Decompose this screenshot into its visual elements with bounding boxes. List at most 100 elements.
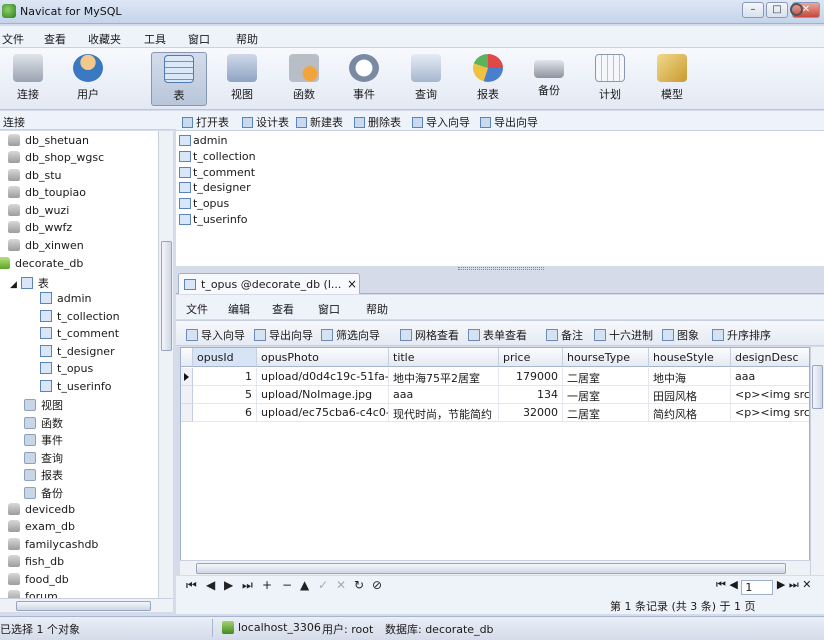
confirm-icon[interactable]: ✓ bbox=[318, 578, 328, 592]
image-button[interactable]: 图象 bbox=[662, 327, 699, 343]
add-record-icon[interactable]: + bbox=[262, 578, 272, 592]
prev-record-icon[interactable]: ◀ bbox=[206, 578, 215, 592]
grid-horizontal-scrollbar[interactable] bbox=[180, 560, 810, 575]
cell-title[interactable]: aaa bbox=[389, 386, 499, 404]
design-table-button[interactable]: 设计表 bbox=[242, 114, 289, 130]
tool-function[interactable]: 函数 bbox=[276, 52, 332, 106]
cell-hoursetype[interactable]: 一居室 bbox=[563, 386, 649, 404]
cell-housestyle[interactable]: 地中海 bbox=[649, 368, 731, 386]
tree-db-devicedb[interactable]: devicedb bbox=[8, 503, 75, 520]
tree-events-node[interactable]: 事件 bbox=[24, 432, 63, 449]
object-t-collection[interactable]: t_collection bbox=[179, 150, 256, 163]
cell-opusphoto[interactable]: upload/d0d4c19c-51fa-4 bbox=[257, 368, 389, 386]
column-header-designdesc[interactable]: designDesc bbox=[731, 348, 809, 367]
apply-edit-icon[interactable]: ▲ bbox=[300, 578, 309, 592]
cell-opusphoto[interactable]: upload/ec75cba6-c4c0-4 bbox=[257, 404, 389, 422]
maximize-button[interactable]: □ bbox=[766, 2, 788, 18]
memo-button[interactable]: 备注 bbox=[546, 327, 583, 343]
cell-designdesc[interactable]: <p><img src=' bbox=[731, 386, 809, 404]
column-header-hoursetype[interactable]: hourseType bbox=[563, 348, 649, 367]
import-wizard-button[interactable]: 导入向导 bbox=[412, 114, 470, 130]
minimize-button[interactable]: – bbox=[742, 2, 764, 18]
menu-help[interactable]: 帮助 bbox=[236, 31, 258, 47]
grid-menu-file[interactable]: 文件 bbox=[186, 301, 208, 317]
tool-event[interactable]: 事件 bbox=[336, 52, 392, 106]
tree-reports-node[interactable]: 报表 bbox=[24, 467, 63, 484]
grid-vertical-scrollbar[interactable] bbox=[810, 347, 824, 575]
tree-db-stu[interactable]: db_stu bbox=[8, 169, 61, 186]
row-indicator[interactable] bbox=[181, 368, 193, 386]
splitter-grip[interactable] bbox=[458, 267, 544, 270]
column-header-title[interactable]: title bbox=[389, 348, 499, 367]
tree-db-fish[interactable]: fish_db bbox=[8, 555, 64, 572]
tree-table-opus[interactable]: t_opus bbox=[40, 362, 93, 379]
delete-table-button[interactable]: 删除表 bbox=[354, 114, 401, 130]
tree-table-comment[interactable]: t_comment bbox=[40, 327, 119, 344]
tree-functions-node[interactable]: 函数 bbox=[24, 415, 63, 432]
last-record-icon[interactable]: ⏭ bbox=[242, 578, 253, 593]
page-settings-icon[interactable]: ✕ bbox=[802, 578, 811, 591]
cell-designdesc[interactable]: aaa bbox=[731, 368, 809, 386]
menu-favorites[interactable]: 收藏夹 bbox=[88, 31, 121, 47]
cell-designdesc[interactable]: <p><img src=' bbox=[731, 404, 809, 422]
cell-title[interactable]: 地中海75平2居室 bbox=[389, 368, 499, 386]
tool-user[interactable]: 用户 bbox=[60, 52, 116, 106]
tree-db-wwfz[interactable]: db_wwfz bbox=[8, 221, 72, 238]
tree-views-node[interactable]: 视图 bbox=[24, 397, 63, 414]
column-header-price[interactable]: price bbox=[499, 348, 563, 367]
grid-menu-edit[interactable]: 编辑 bbox=[228, 301, 250, 317]
search-icon[interactable] bbox=[790, 3, 803, 16]
hex-button[interactable]: 十六进制 bbox=[594, 327, 653, 343]
scrollbar-thumb[interactable] bbox=[161, 241, 172, 351]
tool-backup[interactable]: 备份 bbox=[521, 52, 577, 106]
open-table-button[interactable]: 打开表 bbox=[182, 114, 229, 130]
cell-housestyle[interactable]: 田园风格 bbox=[649, 386, 731, 404]
tree-table-collection[interactable]: t_collection bbox=[40, 310, 120, 327]
tree-db-xinwen[interactable]: db_xinwen bbox=[8, 239, 84, 256]
object-t-opus[interactable]: t_opus bbox=[179, 197, 229, 210]
grid-menu-help[interactable]: 帮助 bbox=[366, 301, 388, 317]
object-t-comment[interactable]: t_comment bbox=[179, 166, 255, 179]
cell-opusid[interactable]: 1 bbox=[193, 368, 257, 386]
object-t-userinfo[interactable]: t_userinfo bbox=[179, 213, 247, 226]
object-t-designer[interactable]: t_designer bbox=[179, 181, 251, 194]
object-admin[interactable]: admin bbox=[179, 134, 227, 147]
tree-db-food[interactable]: food_db bbox=[8, 573, 69, 590]
cell-hoursetype[interactable]: 二居室 bbox=[563, 368, 649, 386]
grid-export-wizard-button[interactable]: 导出向导 bbox=[254, 327, 313, 343]
tree-horizontal-scrollbar[interactable] bbox=[0, 598, 173, 612]
tree-table-designer[interactable]: t_designer bbox=[40, 345, 115, 362]
cell-title[interactable]: 现代时尚，节能简约 bbox=[389, 404, 499, 422]
grid-import-wizard-button[interactable]: 导入向导 bbox=[186, 327, 245, 343]
tree-tables-node[interactable]: ◢ 表 bbox=[10, 275, 49, 292]
menu-window[interactable]: 窗口 bbox=[188, 31, 210, 47]
refresh-icon[interactable]: ↻ bbox=[354, 578, 364, 592]
tool-table[interactable]: 表 bbox=[151, 52, 207, 106]
delete-record-icon[interactable]: − bbox=[282, 578, 292, 592]
filter-wizard-button[interactable]: 筛选向导 bbox=[321, 327, 380, 343]
scrollbar-thumb[interactable] bbox=[16, 601, 151, 611]
tree-table-userinfo[interactable]: t_userinfo bbox=[40, 380, 111, 397]
tree-db-decorate[interactable]: decorate_db bbox=[0, 257, 83, 274]
tree-db-wuzi[interactable]: db_wuzi bbox=[8, 204, 69, 221]
cell-price[interactable]: 179000 bbox=[499, 368, 563, 386]
tab-close-icon[interactable]: × bbox=[347, 277, 357, 291]
stop-icon[interactable]: ⊘ bbox=[372, 578, 382, 592]
tree-db-familycash[interactable]: familycashdb bbox=[8, 538, 98, 555]
column-header-opusid[interactable]: opusId bbox=[193, 348, 257, 367]
cell-opusphoto[interactable]: upload/NoImage.jpg bbox=[257, 386, 389, 404]
grid-menu-window[interactable]: 窗口 bbox=[318, 301, 340, 317]
column-header-housestyle[interactable]: houseStyle bbox=[649, 348, 731, 367]
tree-vertical-scrollbar[interactable] bbox=[158, 131, 173, 599]
menu-view[interactable]: 查看 bbox=[44, 31, 66, 47]
cancel-icon[interactable]: ✕ bbox=[336, 578, 346, 592]
first-page-icon[interactable]: ⏮ bbox=[716, 578, 726, 591]
cell-opusid[interactable]: 5 bbox=[193, 386, 257, 404]
tree-backups-node[interactable]: 备份 bbox=[24, 485, 63, 502]
grid-menu-view[interactable]: 查看 bbox=[272, 301, 294, 317]
next-page-icon[interactable]: ▶ bbox=[777, 578, 785, 591]
tool-query[interactable]: 查询 bbox=[398, 52, 454, 106]
scrollbar-thumb[interactable] bbox=[812, 365, 823, 409]
first-record-icon[interactable]: ⏮ bbox=[186, 578, 197, 593]
page-number-field[interactable]: 1 bbox=[741, 580, 774, 595]
